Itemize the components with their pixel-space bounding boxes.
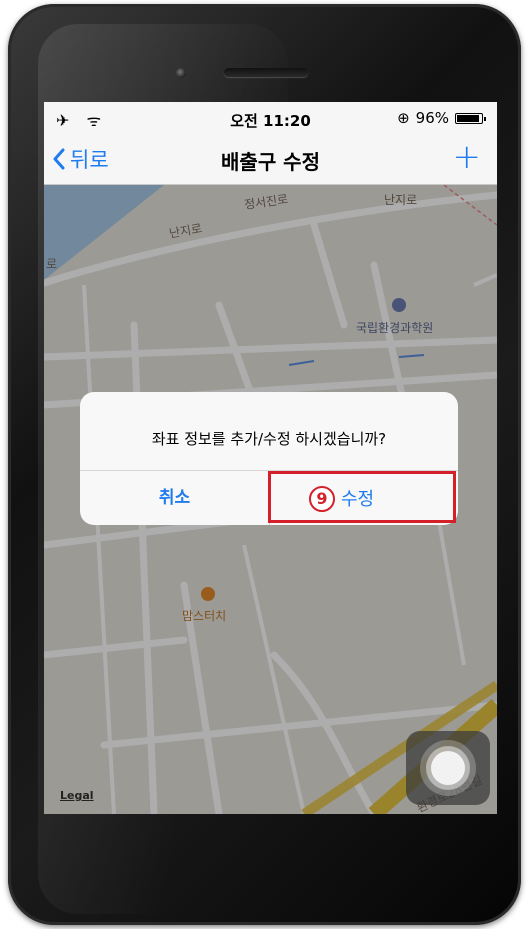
status-bar: ✈ ᯤ 오전 11:20 ⊕ 96% bbox=[44, 102, 497, 134]
battery-percent: 96% bbox=[415, 109, 449, 127]
speaker-grille bbox=[224, 68, 308, 77]
battery-cap bbox=[484, 116, 486, 121]
battery-fill bbox=[457, 114, 480, 122]
rotation-lock-icon: ⊕ bbox=[397, 109, 410, 127]
add-button[interactable]: + bbox=[453, 137, 482, 177]
alert-message: 좌표 정보를 추가/수정 하시겠습니까? bbox=[151, 430, 387, 448]
confirm-button-label[interactable]: 수정 bbox=[341, 485, 374, 511]
assist-ring bbox=[431, 751, 465, 785]
legal-link[interactable]: Legal bbox=[60, 789, 94, 802]
nav-bar: 뒤로 배출구 수정 + bbox=[44, 134, 497, 185]
camera-icon bbox=[176, 68, 186, 78]
step-number-badge: 9 bbox=[309, 486, 335, 512]
assistive-touch-button[interactable] bbox=[406, 731, 490, 805]
battery-icon bbox=[455, 112, 486, 124]
status-right: ⊕ 96% bbox=[397, 109, 486, 127]
page-title: 배출구 수정 bbox=[221, 150, 320, 174]
cancel-button[interactable]: 취소 bbox=[80, 471, 269, 525]
screen: ✈ ᯤ 오전 11:20 ⊕ 96% 뒤로 배출구 수정 + 정서진로 난지로 … bbox=[44, 102, 497, 814]
